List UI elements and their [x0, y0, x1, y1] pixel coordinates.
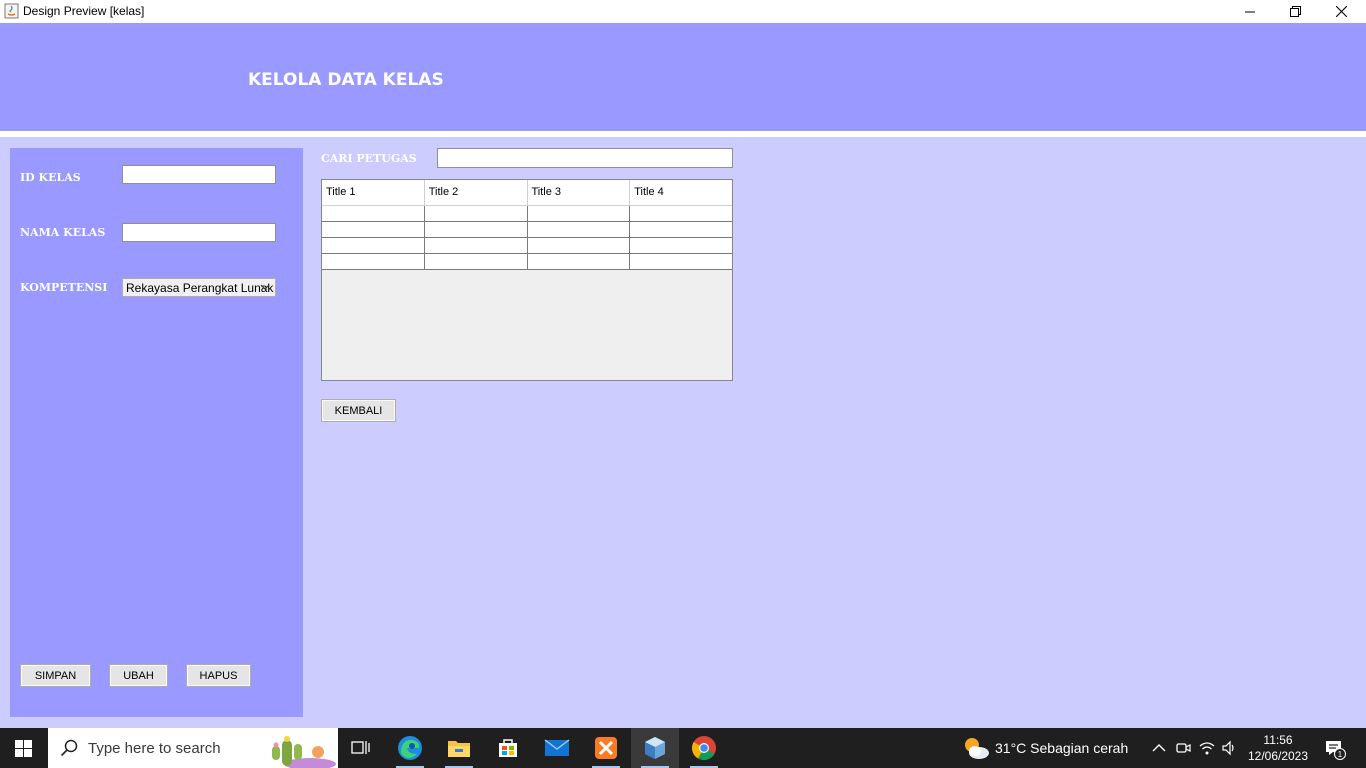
chevron-up-icon[interactable]: [1151, 740, 1167, 756]
edge-browser-icon: [398, 736, 422, 760]
id-kelas-input[interactable]: [122, 165, 276, 184]
chevron-down-icon: [260, 284, 270, 290]
column-header[interactable]: Title 2: [424, 180, 528, 206]
notification-center-icon[interactable]: 1: [1324, 738, 1346, 760]
restore-icon: [1289, 6, 1301, 17]
column-header[interactable]: Title 4: [630, 180, 732, 206]
table-cell[interactable]: [630, 254, 732, 270]
table-cell[interactable]: [424, 254, 528, 270]
table-cell[interactable]: [424, 238, 528, 254]
id-kelas-label: ID KELAS: [20, 171, 81, 184]
table-cell[interactable]: [630, 238, 732, 254]
close-icon: [1335, 6, 1347, 17]
mail-icon: [544, 739, 570, 756]
table-cell[interactable]: [630, 206, 732, 222]
table-header: Title 1 Title 2 Title 3 Title 4: [322, 180, 732, 206]
taskbar-app-netbeans[interactable]: [631, 728, 679, 768]
table-cell[interactable]: [322, 222, 425, 238]
table-cell[interactable]: [322, 206, 425, 222]
search-icon: [60, 739, 78, 757]
nama-kelas-input[interactable]: [122, 223, 276, 242]
table-cell[interactable]: [424, 206, 528, 222]
taskbar-app-store[interactable]: [484, 728, 532, 768]
ubah-button[interactable]: UBAH: [109, 664, 168, 687]
minimize-icon: [1245, 11, 1255, 12]
close-button[interactable]: [1318, 0, 1364, 23]
table-row[interactable]: [322, 222, 732, 238]
kompetensi-dropdown[interactable]: Rekayasa Perangkat Lunak: [122, 278, 276, 297]
hapus-button[interactable]: HAPUS: [186, 664, 251, 687]
table-cell[interactable]: [424, 222, 528, 238]
table-cell[interactable]: [630, 222, 732, 238]
table-row[interactable]: [322, 238, 732, 254]
netbeans-cube-icon: [645, 737, 665, 759]
table-row[interactable]: [322, 254, 732, 270]
search-input[interactable]: [437, 148, 733, 168]
java-app-icon: [4, 3, 19, 19]
meet-now-icon[interactable]: [1175, 740, 1191, 756]
window-title: Design Preview [kelas]: [23, 4, 145, 18]
window-titlebar: Design Preview [kelas]: [0, 0, 1366, 23]
search-highlight-cactus-icon: [272, 736, 336, 768]
windows-start-icon[interactable]: [15, 740, 32, 757]
table-cell[interactable]: [527, 206, 631, 222]
taskbar-app-mail[interactable]: [533, 728, 581, 768]
kompetensi-selected: Rekayasa Perangkat Lunak: [126, 281, 274, 295]
taskbar-app-chrome[interactable]: [680, 728, 728, 768]
volume-icon[interactable]: [1221, 740, 1237, 756]
page-title: KELOLA DATA KELAS: [248, 70, 444, 90]
table-cell[interactable]: [527, 238, 631, 254]
simpan-button[interactable]: SIMPAN: [20, 664, 91, 687]
wifi-icon[interactable]: [1199, 740, 1215, 756]
microsoft-store-icon: [499, 739, 517, 757]
weather-partly-sunny-icon[interactable]: [962, 735, 990, 761]
notification-count: 1: [1338, 750, 1343, 759]
table-cell[interactable]: [322, 254, 425, 270]
taskbar: Type here to search 31°C Sebagian cerah …: [0, 728, 1366, 768]
column-header[interactable]: Title 1: [322, 180, 425, 206]
data-table[interactable]: Title 1 Title 2 Title 3 Title 4: [321, 179, 733, 381]
table-cell[interactable]: [527, 222, 631, 238]
header-panel: KELOLA DATA KELAS: [0, 23, 1366, 131]
table-cell[interactable]: [527, 254, 631, 270]
column-header[interactable]: Title 3: [527, 180, 631, 206]
form-panel: ID KELAS NAMA KELAS KOMPETENSI Rekayasa …: [10, 148, 303, 717]
taskbar-clock[interactable]: 11:56 12/06/2023: [1246, 732, 1310, 764]
clock-date: 12/06/2023: [1247, 749, 1309, 763]
taskbar-search-box[interactable]: Type here to search: [48, 728, 338, 768]
clock-time: 11:56: [1263, 733, 1293, 747]
search-placeholder: Type here to search: [88, 740, 221, 757]
xampp-icon: [595, 737, 617, 759]
table-row[interactable]: [322, 206, 732, 222]
taskbar-app-explorer[interactable]: [435, 728, 483, 768]
taskbar-app-xampp[interactable]: [582, 728, 630, 768]
table-cell[interactable]: [322, 238, 425, 254]
file-explorer-icon: [448, 741, 470, 757]
restore-button[interactable]: [1272, 0, 1318, 23]
weather-text[interactable]: 31°C Sebagian cerah: [995, 740, 1128, 756]
task-view-button[interactable]: [337, 728, 385, 768]
kompetensi-label: KOMPETENSI: [20, 281, 108, 294]
search-label: CARI PETUGAS: [321, 152, 417, 165]
minimize-button[interactable]: [1227, 0, 1273, 23]
task-view-icon: [351, 741, 370, 754]
nama-kelas-label: NAMA KELAS: [20, 226, 106, 239]
kembali-button[interactable]: KEMBALI: [321, 399, 396, 422]
taskbar-app-edge[interactable]: [386, 728, 434, 768]
chrome-browser-icon: [691, 736, 716, 761]
main-content: ID KELAS NAMA KELAS KOMPETENSI Rekayasa …: [0, 137, 1366, 728]
